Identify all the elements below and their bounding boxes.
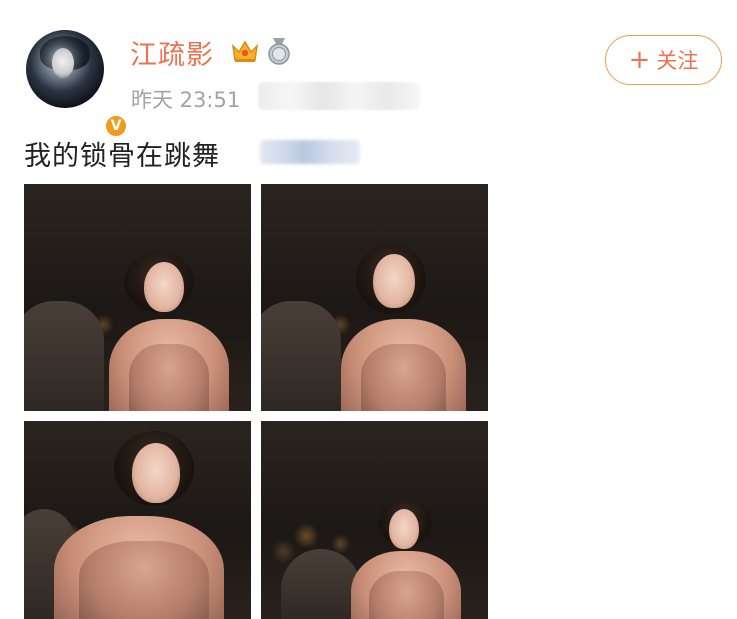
photo-sofa bbox=[261, 301, 341, 411]
photo-face bbox=[132, 443, 180, 503]
avatar[interactable]: V bbox=[26, 30, 128, 138]
avatar-face bbox=[52, 48, 74, 78]
crown-icon[interactable] bbox=[230, 38, 260, 64]
photo-dress bbox=[361, 344, 446, 411]
photo-dress bbox=[129, 344, 209, 411]
username[interactable]: 江疏影 bbox=[130, 33, 214, 72]
follow-label: 关注 bbox=[656, 49, 699, 73]
plus-icon: + bbox=[628, 45, 651, 75]
medal-icon[interactable] bbox=[266, 37, 292, 65]
photo-sofa bbox=[281, 549, 361, 619]
photo-1[interactable] bbox=[24, 184, 251, 411]
post-text: 我的锁骨在跳舞 bbox=[24, 141, 220, 172]
photo-sofa bbox=[24, 301, 104, 411]
photo-4[interactable] bbox=[261, 421, 488, 619]
photo-dress bbox=[369, 571, 444, 619]
blurred-topic-link[interactable] bbox=[260, 140, 360, 164]
photo-face bbox=[373, 254, 415, 308]
follow-button[interactable]: + 关注 bbox=[605, 35, 722, 85]
photo-face bbox=[389, 509, 419, 549]
post-timestamp: 昨天 23:51 bbox=[131, 88, 241, 112]
photo-2[interactable] bbox=[261, 184, 488, 411]
photo-face bbox=[144, 262, 184, 312]
photo-dress bbox=[79, 541, 209, 619]
blurred-source bbox=[258, 82, 420, 110]
photo-3[interactable] bbox=[24, 421, 251, 619]
